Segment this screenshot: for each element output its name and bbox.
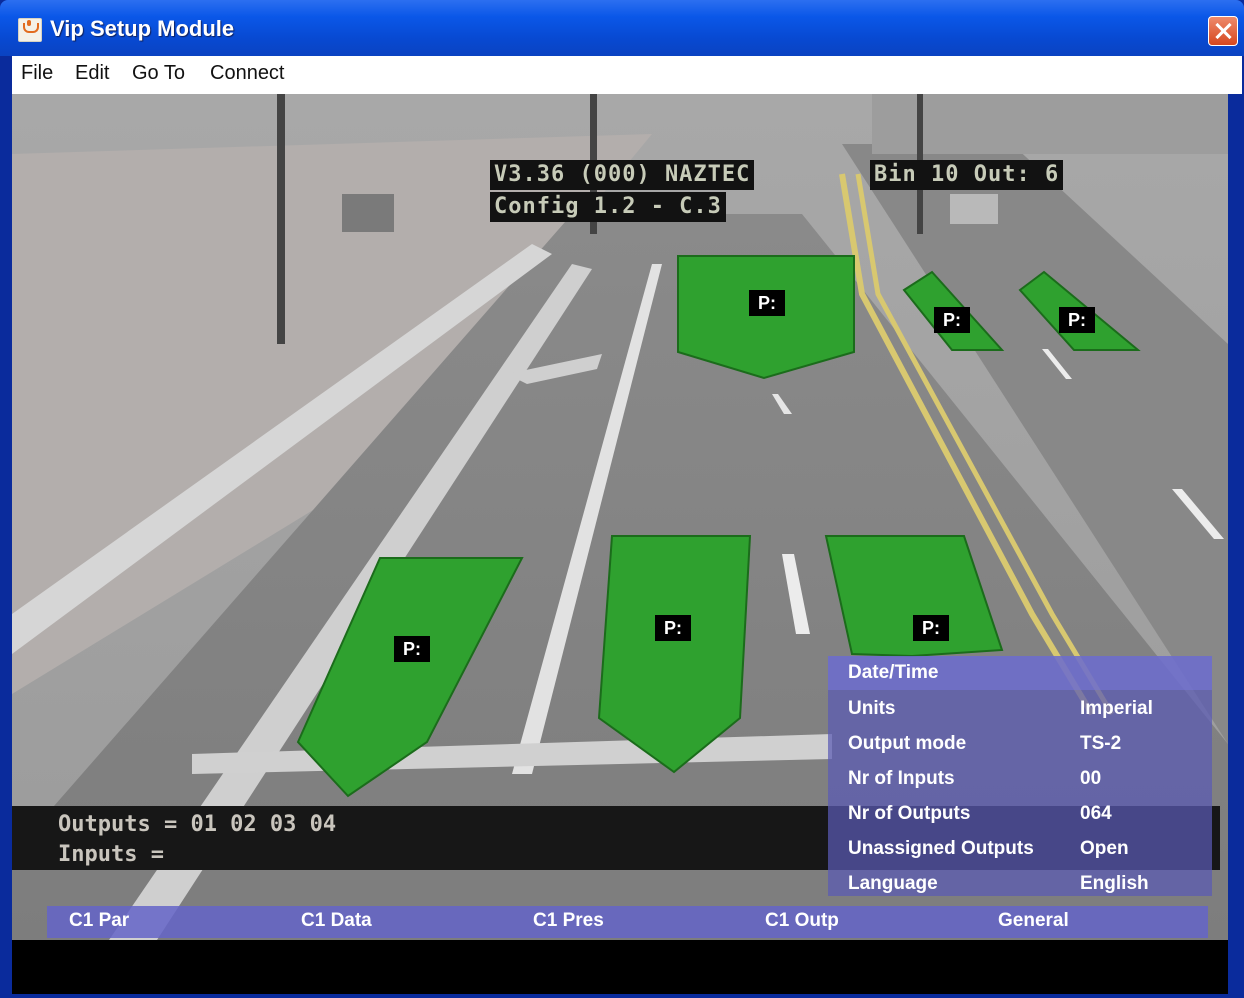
osd-bin-output: Bin 10 Out: 6 [870, 160, 1064, 190]
osd-config: Config 1.2 - C.3 [490, 192, 726, 222]
zone-label-1: P: [394, 636, 430, 662]
setting-key: Nr of Outputs [848, 803, 971, 824]
tab-c1-par[interactable]: C1 Par [69, 910, 129, 932]
setting-key: Units [848, 698, 896, 719]
setting-key: Unassigned Outputs [848, 838, 1034, 859]
setting-row-language[interactable]: Language English [828, 867, 1212, 902]
setting-value: Imperial [1080, 698, 1153, 719]
close-button[interactable] [1208, 16, 1238, 46]
setting-key: Nr of Inputs [848, 768, 955, 789]
zone-label-6: P: [1059, 307, 1095, 333]
menu-edit[interactable]: Edit [75, 62, 109, 85]
detection-zone-4[interactable] [677, 255, 855, 380]
zone-label-5: P: [934, 307, 970, 333]
tab-general[interactable]: General [998, 910, 1069, 932]
setting-row-output-mode[interactable]: Output mode TS-2 [828, 727, 1212, 762]
java-cup-icon [18, 18, 42, 42]
inputs-readout: Inputs = [58, 842, 164, 867]
setting-value: TS-2 [1080, 733, 1122, 754]
setting-row-nr-outputs[interactable]: Nr of Outputs 064 [828, 797, 1212, 832]
menu-file[interactable]: File [21, 62, 53, 85]
panel-header[interactable]: Date/Time [828, 656, 1212, 690]
window-title: Vip Setup Module [50, 16, 235, 41]
setting-value: Open [1080, 838, 1129, 859]
menu-bar: File Edit Go To Connect [12, 56, 1242, 94]
title-bar[interactable]: Vip Setup Module [0, 0, 1244, 56]
app-window: Vip Setup Module File Edit Go To Connect [0, 0, 1244, 998]
setting-value: 064 [1080, 803, 1112, 824]
zone-label-2: P: [655, 615, 691, 641]
setting-row-nr-inputs[interactable]: Nr of Inputs 00 [828, 762, 1212, 797]
setting-row-unassigned-outputs[interactable]: Unassigned Outputs Open [828, 832, 1212, 867]
zone-label-3: P: [913, 615, 949, 641]
menu-go-to[interactable]: Go To [132, 62, 185, 85]
tab-c1-pres[interactable]: C1 Pres [533, 910, 604, 932]
tab-c1-outp[interactable]: C1 Outp [765, 910, 839, 932]
tab-bar: C1 Par C1 Data C1 Pres C1 Outp General [47, 906, 1208, 938]
camera-video-view[interactable]: V3.36 (000) NAZTEC Config 1.2 - C.3 Bin … [12, 94, 1228, 994]
settings-panel: Date/Time Units Imperial Output mode TS-… [828, 656, 1212, 896]
menu-connect[interactable]: Connect [210, 62, 285, 85]
setting-value: 00 [1080, 768, 1102, 789]
zone-label-4: P: [749, 290, 785, 316]
outputs-readout: Outputs = 01 02 03 04 [58, 812, 337, 837]
video-bottom-bar [12, 940, 1228, 994]
panel-header-label: Date/Time [848, 662, 939, 683]
setting-row-units[interactable]: Units Imperial [828, 692, 1212, 727]
setting-value: English [1080, 873, 1149, 894]
osd-version: V3.36 (000) NAZTEC [490, 160, 755, 190]
tab-c1-data[interactable]: C1 Data [301, 910, 372, 932]
setting-key: Language [848, 873, 938, 894]
setting-key: Output mode [848, 733, 967, 754]
